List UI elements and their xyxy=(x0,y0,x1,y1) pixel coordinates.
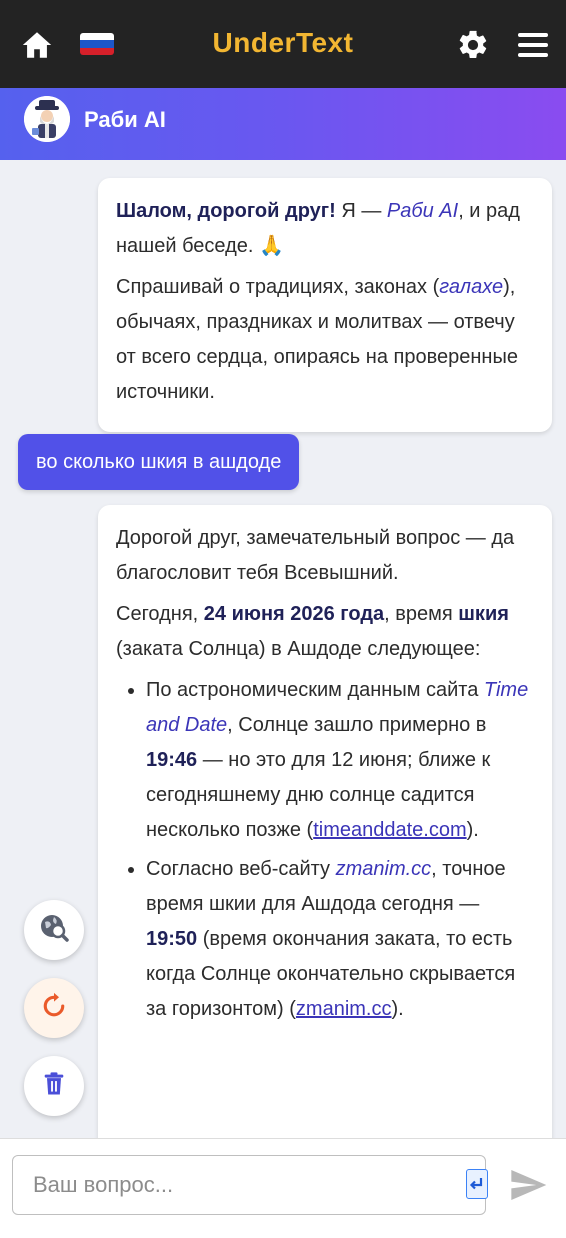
home-icon[interactable] xyxy=(20,28,54,62)
answer-term: шкия xyxy=(458,603,509,625)
composer-bar xyxy=(0,1138,566,1238)
keyboard-enter-icon[interactable] xyxy=(466,1169,488,1199)
bot-name: Раби AI xyxy=(84,107,166,132)
source-link-zmanim[interactable]: zmanim.cc xyxy=(296,998,392,1020)
greeting-bot-name: Раби AI xyxy=(386,200,459,222)
answer-time: 19:50 xyxy=(146,928,198,950)
top-navigation-bar: UnderText xyxy=(0,0,566,88)
hamburger-menu-icon[interactable] xyxy=(518,33,548,57)
refresh-button[interactable] xyxy=(24,978,84,1038)
answer-text: По астрономическим данным сайта xyxy=(146,679,484,701)
answer-date: 24 июня 2026 года xyxy=(203,603,385,625)
send-icon[interactable] xyxy=(508,1165,548,1205)
answer-emphasis: zmanim.cc xyxy=(335,858,432,880)
user-message: во сколько шкия в ашдоде xyxy=(18,434,300,490)
russia-flag-icon[interactable] xyxy=(80,33,114,55)
web-search-button[interactable] xyxy=(24,900,84,960)
answer-list: По астрономическим данным сайта Time and… xyxy=(116,673,534,1027)
chat-messages[interactable]: Шалом, дорогой друг! Я — Раби AI, и рад … xyxy=(0,160,566,1138)
greeting-emphasis: галахе xyxy=(439,276,504,298)
answer-text: , Солнце зашло примерно в xyxy=(227,714,487,736)
list-item: По астрономическим данным сайта Time and… xyxy=(146,673,534,848)
answer-text: Согласно веб-сайту xyxy=(146,858,336,880)
answer-text: Сегодня, xyxy=(116,603,204,625)
clear-chat-button[interactable] xyxy=(24,1056,84,1116)
answer-text: (заката Солнца) в Ашдоде следующее: xyxy=(116,638,481,660)
rabbi-avatar xyxy=(24,96,70,142)
bot-greeting-message: Шалом, дорогой друг! Я — Раби AI, и рад … xyxy=(98,178,552,432)
list-item: Согласно веб-сайту zmanim.cc, точное вре… xyxy=(146,852,534,1027)
bot-header-bar: Раби AI xyxy=(0,88,566,160)
greeting-paragraph: Шалом, дорогой друг! Я — Раби AI, и рад … xyxy=(116,194,534,264)
answer-text: , время xyxy=(384,603,459,625)
answer-paragraph: Дорогой друг, замечательный вопрос — да … xyxy=(116,527,515,584)
greeting-bold: Шалом, дорогой друг! xyxy=(116,200,336,222)
trash-icon xyxy=(40,1069,68,1104)
gear-icon[interactable] xyxy=(456,28,490,62)
answer-text: ). xyxy=(391,998,404,1020)
answer-time: 19:46 xyxy=(146,749,198,771)
greeting-paragraph: Спрашивай о традициях, законах (галахе),… xyxy=(116,270,534,410)
question-input[interactable] xyxy=(12,1155,486,1215)
bot-answer-message: Дорогой друг, замечательный вопрос — да … xyxy=(98,505,552,1138)
answer-text: ). xyxy=(466,819,479,841)
source-link-timeanddate[interactable]: timeanddate.com xyxy=(313,819,466,841)
refresh-icon xyxy=(39,991,69,1026)
greeting-text: Спрашивай о традициях, законах ( xyxy=(116,276,440,298)
web-search-icon xyxy=(38,912,70,949)
greeting-text: Я — xyxy=(335,200,387,222)
answer-paragraph: Сегодня, 24 июня 2026 года, время шкия (… xyxy=(116,597,534,667)
